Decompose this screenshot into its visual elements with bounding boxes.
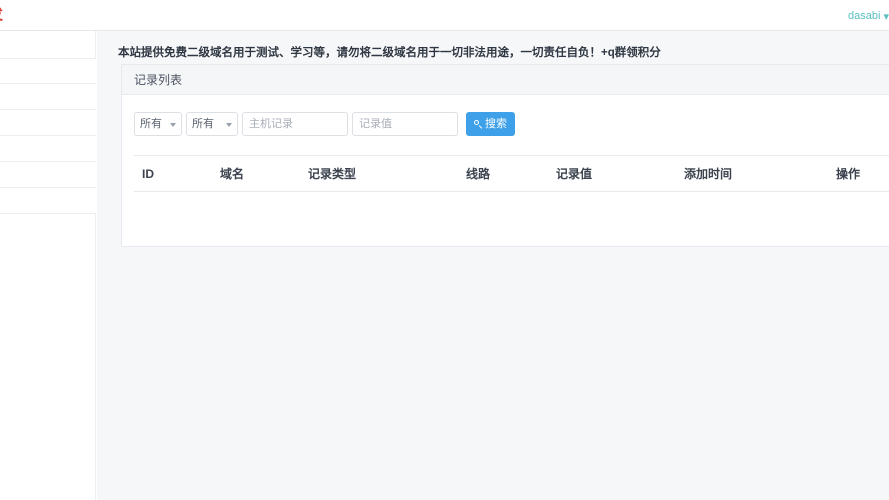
table-empty-row	[134, 192, 889, 231]
search-button-label: 搜索	[485, 118, 507, 130]
domain-select[interactable]: 所有	[134, 112, 182, 136]
record-type-select-value: 所有	[192, 118, 214, 130]
main-content: 本站提供免费二级域名用于测试、学习等，请勿将二级域名用于一切非法用途，一切责任自…	[97, 31, 889, 500]
column-header-value[interactable]: 记录值	[548, 155, 676, 192]
site-notice: 本站提供免费二级域名用于测试、学习等，请勿将二级域名用于一切非法用途，一切责任自…	[118, 47, 661, 59]
column-header-id[interactable]: ID	[134, 155, 212, 192]
sidebar-item-2[interactable]: 域名管理	[0, 84, 96, 110]
records-table-head: ID 域名 记录类型 线路 记录值 添加时间 操作	[134, 155, 889, 192]
record-list-panel: 记录列表 所有 所有 搜索	[121, 64, 889, 247]
table-header-row: ID 域名 记录类型 线路 记录值 添加时间 操作	[134, 155, 889, 192]
sidebar-item-4[interactable]: 个人中心	[0, 136, 96, 162]
column-header-type[interactable]: 记录类型	[300, 155, 458, 192]
sidebar-item-3[interactable]: 解析记录	[0, 110, 96, 136]
domain-select-value: 所有	[140, 118, 162, 130]
host-record-input[interactable]	[242, 112, 348, 136]
user-menu[interactable]: dasabi ▾	[848, 8, 889, 24]
sidebar-item-6[interactable]: 退出登录	[0, 188, 96, 214]
record-value-input[interactable]	[352, 112, 458, 136]
chevron-down-icon	[226, 123, 232, 127]
chevron-down-icon: ▾	[883, 11, 889, 23]
search-button[interactable]: 搜索	[466, 112, 515, 136]
top-navbar: 发 dasabi▾	[0, 0, 889, 31]
sidebar-menu: 控制台 域名管理 解析记录 个人中心 帮助文档 退出登录	[0, 58, 96, 214]
left-sidebar: 控制台 域名管理 解析记录 个人中心 帮助文档 退出登录	[0, 31, 96, 500]
sidebar-item-5[interactable]: 帮助文档	[0, 162, 96, 188]
sidebar-item-1[interactable]: 控制台	[0, 58, 96, 84]
search-toolbar: 所有 所有 搜索	[134, 111, 889, 137]
records-table-body	[134, 192, 889, 231]
column-header-line[interactable]: 线路	[458, 155, 548, 192]
search-icon	[474, 119, 483, 129]
user-name-label: dasabi	[848, 10, 881, 22]
column-header-time[interactable]: 添加时间	[676, 155, 828, 192]
column-header-op[interactable]: 操作	[828, 155, 889, 192]
panel-body: 所有 所有 搜索	[122, 95, 889, 246]
chevron-down-icon	[170, 123, 176, 127]
records-table: ID 域名 记录类型 线路 记录值 添加时间 操作	[134, 155, 889, 230]
record-type-select[interactable]: 所有	[186, 112, 238, 136]
panel-title: 记录列表	[122, 65, 889, 95]
column-header-domain[interactable]: 域名	[212, 155, 300, 192]
brand-logo[interactable]: 发	[0, 5, 3, 25]
